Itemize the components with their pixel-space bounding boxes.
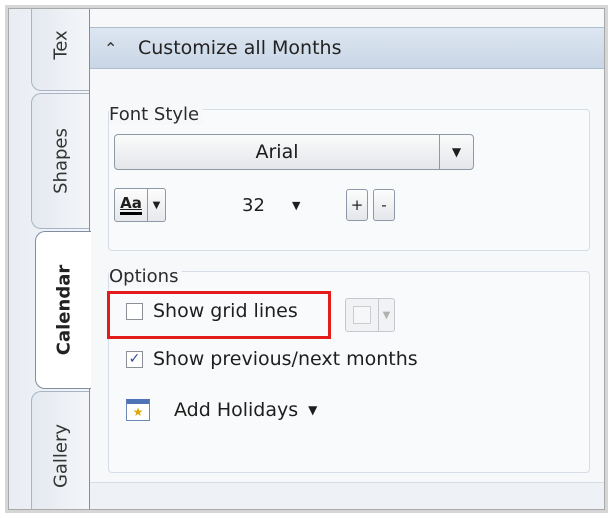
font-color-label: Aa [120,194,142,212]
panel-title: Customize all Months [138,37,342,59]
calendar-sidebar-window: Tex Shapes Calendar Gallery ⌃ Customize … [8,8,605,510]
font-style-label: Font Style [109,104,204,125]
calendar-star-icon: ★ [126,399,150,421]
add-holidays-button[interactable]: ★ Add Holidays ▼ [126,399,317,421]
vertical-tab-strip: Tex Shapes Calendar Gallery [9,9,91,509]
grid-color-icon [345,298,379,332]
show-prev-next-months-checkbox[interactable]: ✓ Show previous/next months [126,348,418,370]
increase-font-size-button[interactable]: + [346,189,368,221]
font-color-icon[interactable]: Aa [114,188,148,222]
font-color-button[interactable]: Aa ▼ [114,188,166,222]
options-label: Options [109,266,183,287]
grid-color-button-disabled: ▼ [345,298,397,332]
font-family-dropdown[interactable]: Arial ▼ [114,134,474,170]
checkbox-checked-icon[interactable]: ✓ [126,350,143,368]
font-color-swatch [120,212,142,215]
font-style-group: Font Style [108,104,590,251]
checkbox-unchecked-icon[interactable] [126,302,143,320]
panel-header[interactable]: ⌃ Customize all Months [90,27,604,69]
tab-gallery[interactable]: Gallery [31,391,89,509]
font-size-dropdown[interactable]: 32 ▼ [230,190,322,220]
show-prev-next-label: Show previous/next months [153,348,418,370]
dropdown-caret-icon[interactable]: ▼ [308,403,317,417]
tab-gallery-label: Gallery [50,423,71,489]
font-size-value: 32 [242,194,265,216]
tab-shapes[interactable]: Shapes [31,93,89,229]
panel-bottom-strip [90,482,604,509]
dropdown-arrow-icon[interactable]: ▼ [439,135,473,169]
tab-calendar-label: Calendar [53,264,74,356]
tab-text[interactable]: Tex [31,9,89,91]
chevron-down-icon[interactable]: ▼ [292,199,300,212]
grid-color-dropdown-icon: ▼ [379,298,395,332]
font-color-dropdown-icon[interactable]: ▼ [148,188,166,222]
font-family-value: Arial [255,141,299,163]
chevron-up-icon[interactable]: ⌃ [104,39,126,58]
tab-shapes-label: Shapes [50,128,71,194]
tab-calendar[interactable]: Calendar [35,231,91,389]
decrease-font-size-button[interactable]: - [373,189,395,221]
customize-panel: ⌃ Customize all Months Font Style Arial … [89,9,604,509]
add-holidays-label: Add Holidays [174,399,299,421]
show-grid-lines-checkbox[interactable]: Show grid lines [126,300,298,322]
show-grid-lines-label: Show grid lines [153,300,298,322]
tab-text-label: Tex [50,30,71,60]
